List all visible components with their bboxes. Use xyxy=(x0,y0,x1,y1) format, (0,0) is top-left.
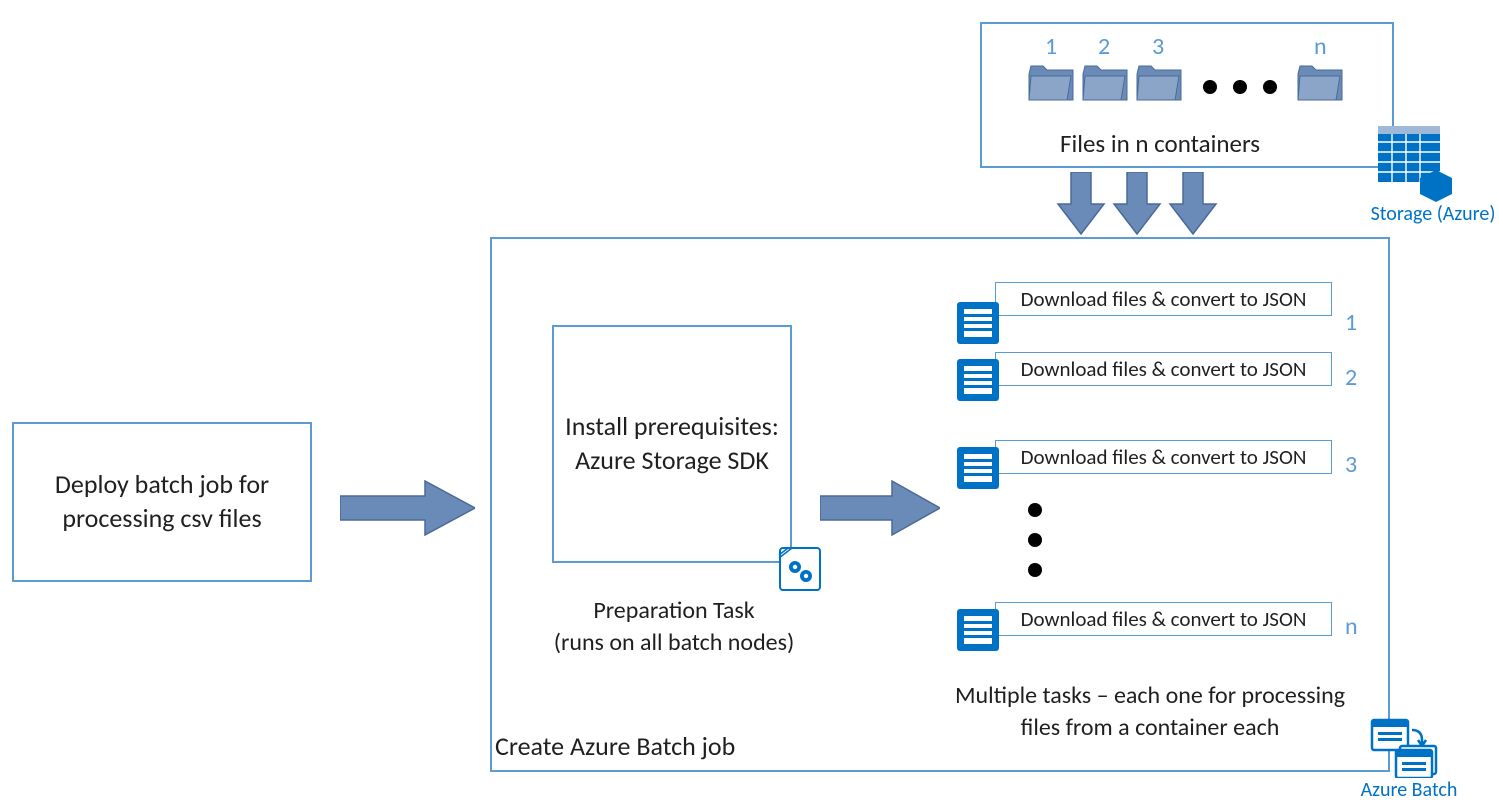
task-number: 3 xyxy=(1345,450,1357,479)
task-row-text: Download files & convert to JSON xyxy=(1021,606,1307,632)
ellipsis-dot xyxy=(1028,533,1042,547)
task-number: 1 xyxy=(1345,308,1357,337)
azure-batch-label: Azure Batch xyxy=(1354,778,1464,802)
install-text: Install prerequisites: Azure Storage SDK xyxy=(564,410,780,478)
task-row: Download files & convert to JSON xyxy=(995,602,1332,636)
arrow-down-icon xyxy=(1056,172,1106,236)
preparation-caption: Preparation Task (runs on all batch node… xyxy=(500,595,848,660)
ellipsis-dot xyxy=(1203,80,1217,94)
folder-icon xyxy=(1296,64,1344,104)
ellipsis-dot xyxy=(1028,563,1042,577)
arrow-right-icon xyxy=(340,478,475,538)
ellipsis-dot xyxy=(1263,80,1277,94)
folder-icon xyxy=(1027,64,1075,104)
arrow-down-icon xyxy=(1168,172,1218,236)
container-number: 1 xyxy=(1045,32,1057,61)
deploy-box: Deploy batch job for processing csv file… xyxy=(12,422,312,582)
azure-storage-icon xyxy=(1378,126,1456,204)
document-icon xyxy=(955,607,1001,653)
azure-batch-icon xyxy=(1368,716,1440,778)
task-row-text: Download files & convert to JSON xyxy=(1021,286,1307,312)
document-icon xyxy=(955,445,1001,491)
folder-icon xyxy=(1135,64,1183,104)
task-row: Download files & convert to JSON xyxy=(995,282,1332,316)
container-number: 3 xyxy=(1152,32,1164,61)
document-icon xyxy=(955,300,1001,346)
container-number: 2 xyxy=(1098,32,1110,61)
arrow-right-icon xyxy=(820,478,940,538)
batch-job-label: Create Azure Batch job xyxy=(495,730,735,762)
ellipsis-dot xyxy=(1028,503,1042,517)
container-number: n xyxy=(1314,32,1327,61)
ellipsis-dot xyxy=(1233,80,1247,94)
gear-icon xyxy=(778,546,822,592)
task-row: Download files & convert to JSON xyxy=(995,352,1332,386)
files-containers-label: Files in n containers xyxy=(1060,128,1260,159)
task-row: Download files & convert to JSON xyxy=(995,440,1332,474)
tasks-caption: Multiple tasks – each one for processing… xyxy=(940,680,1360,745)
folder-icon xyxy=(1081,64,1129,104)
install-box: Install prerequisites: Azure Storage SDK xyxy=(552,325,792,563)
document-icon xyxy=(955,357,1001,403)
azure-storage-label: Storage (Azure) xyxy=(1363,202,1499,226)
task-number: 2 xyxy=(1345,363,1357,392)
arrow-down-icon xyxy=(1112,172,1162,236)
task-number: n xyxy=(1345,612,1358,641)
task-row-text: Download files & convert to JSON xyxy=(1021,356,1307,382)
task-row-text: Download files & convert to JSON xyxy=(1021,444,1307,470)
deploy-text: Deploy batch job for processing csv file… xyxy=(32,468,292,536)
